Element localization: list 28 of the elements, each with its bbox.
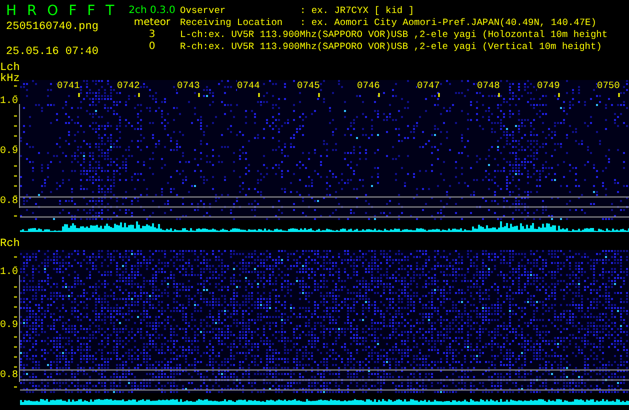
file-name: 2505160740.png bbox=[6, 21, 100, 33]
time-label: 0743 bbox=[177, 80, 200, 92]
app-title: H R O F F T bbox=[6, 2, 118, 20]
channel-info: L-ch:ex. UV5R 113.900Mhz(SAPPORO VOR)USB ,2-ele yagi (Holozontal 10m height bbox=[180, 29, 608, 41]
time-label: 0745 bbox=[297, 80, 320, 92]
frequency-label: 1.0 bbox=[0, 96, 18, 108]
time-label: 0746 bbox=[357, 80, 380, 92]
mode-label: meteor bbox=[134, 17, 170, 29]
info-label: Receiving Location bbox=[180, 17, 284, 29]
frequency-label: 0.9 bbox=[0, 146, 18, 158]
date-time: 25.05.16 07:40 bbox=[6, 46, 100, 58]
info-value: : ex. Aomori City Aomori-Pref.JAPAN(40.49N, 140.47E) bbox=[300, 17, 596, 29]
channel-info: R-ch:ex. UV5R 113.900Mhz(SAPPORO VOR)USB ,2-ele yagi (Vertical 10m height) bbox=[180, 41, 603, 53]
frequency-label: 1.0 bbox=[0, 267, 18, 279]
frequency-label: 0.8 bbox=[0, 196, 18, 208]
version-label: 2ch 0.3.0 bbox=[128, 5, 176, 17]
info-label: Ovserver bbox=[180, 5, 227, 17]
time-label: 0744 bbox=[237, 80, 260, 92]
meteor-count: 3 bbox=[148, 29, 156, 41]
meteor-count: 0 bbox=[148, 41, 156, 53]
unit-label: kHz bbox=[0, 73, 20, 85]
info-value: : ex. JR7CYX [ kid ] bbox=[300, 5, 414, 17]
channel-label: Lch bbox=[0, 62, 20, 74]
time-label: 0750 bbox=[597, 80, 620, 92]
time-label: 0747 bbox=[417, 80, 440, 92]
time-label: 0749 bbox=[537, 80, 560, 92]
channel-label: Rch bbox=[0, 238, 20, 250]
time-label: 0742 bbox=[117, 80, 140, 92]
